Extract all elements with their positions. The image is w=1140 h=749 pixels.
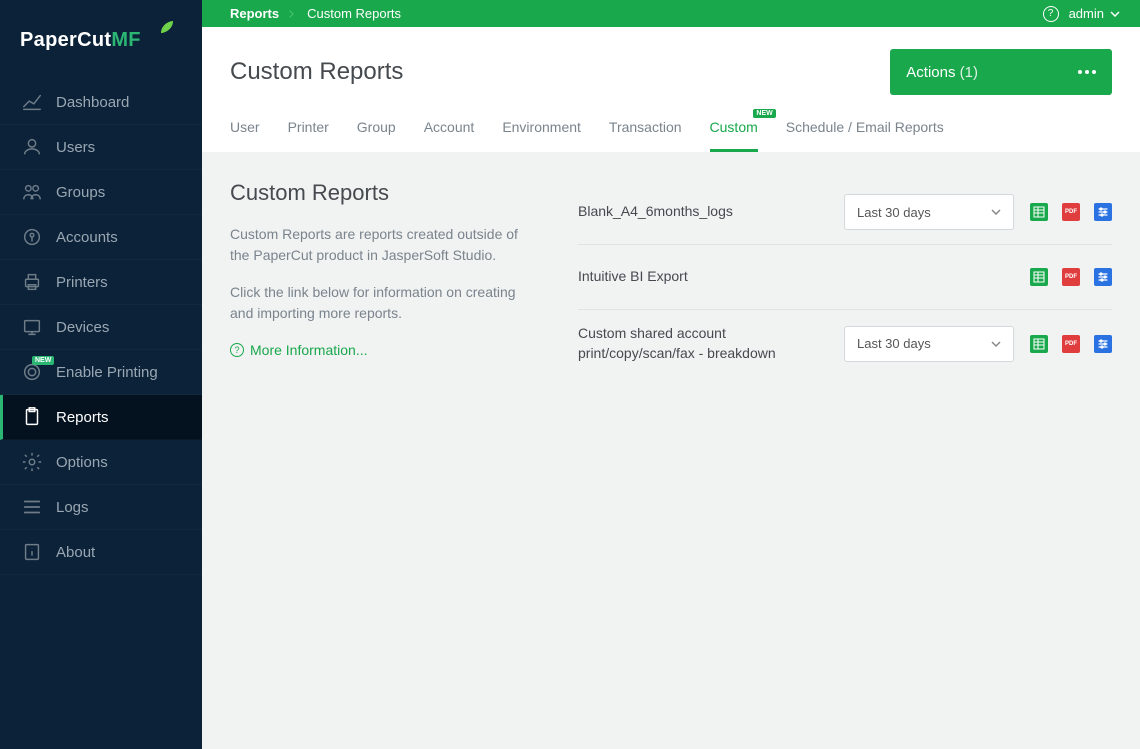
- more-info-link[interactable]: ? More Information...: [230, 342, 368, 358]
- main-area: Reports Custom Reports ? admin Custom Re…: [202, 0, 1140, 749]
- report-actions: PDF: [1030, 335, 1112, 353]
- sidebar-item-label: Enable Printing: [56, 364, 158, 381]
- sidebar-item-label: Users: [56, 139, 95, 156]
- tab-printer[interactable]: Printer: [288, 119, 329, 152]
- key-icon: [20, 225, 44, 249]
- logo-brand: PaperCut: [20, 29, 111, 51]
- tabs: User Printer Group Account Environment T…: [230, 119, 1112, 152]
- report-actions: PDF: [1030, 268, 1112, 286]
- content: Custom Reports Custom Reports are report…: [202, 152, 1140, 749]
- logo-text: PaperCutMF: [20, 29, 141, 52]
- options-icon[interactable]: [1094, 203, 1112, 221]
- help-icon[interactable]: ?: [1043, 6, 1059, 22]
- sidebar-nav: Dashboard Users Groups Accounts Printers: [0, 80, 202, 575]
- sidebar-item-reports[interactable]: Reports: [0, 395, 202, 440]
- tab-transaction[interactable]: Transaction: [609, 119, 682, 152]
- sidebar-item-enable-printing[interactable]: NEW Enable Printing: [0, 350, 202, 395]
- sidebar-item-label: About: [56, 544, 95, 561]
- tab-group[interactable]: Group: [357, 119, 396, 152]
- sidebar-item-users[interactable]: Users: [0, 125, 202, 170]
- sidebar-item-label: Devices: [56, 319, 109, 336]
- pdf-icon[interactable]: PDF: [1062, 268, 1080, 286]
- select-value: Last 30 days: [857, 205, 931, 220]
- report-name: Custom shared account print/copy/scan/fa…: [578, 324, 828, 363]
- options-icon[interactable]: [1094, 335, 1112, 353]
- spreadsheet-icon[interactable]: [1030, 268, 1048, 286]
- list-icon: [20, 495, 44, 519]
- sidebar-item-label: Accounts: [56, 229, 118, 246]
- breadcrumb-root[interactable]: Reports: [230, 6, 279, 21]
- printer-icon: [20, 270, 44, 294]
- device-icon: [20, 315, 44, 339]
- chevron-right-icon: [289, 10, 297, 18]
- sidebar-item-dashboard[interactable]: Dashboard: [0, 80, 202, 125]
- tab-user[interactable]: User: [230, 119, 260, 152]
- page-header: Custom Reports Actions (1) User Printer …: [202, 27, 1140, 152]
- sidebar-item-label: Dashboard: [56, 94, 129, 111]
- info-icon: [20, 540, 44, 564]
- page-title: Custom Reports: [230, 58, 403, 86]
- leaf-icon: [160, 20, 174, 34]
- topbar-right: ? admin: [1043, 6, 1140, 22]
- tab-account[interactable]: Account: [424, 119, 475, 152]
- sidebar-item-label: Groups: [56, 184, 105, 201]
- gear-icon: [20, 450, 44, 474]
- breadcrumb-bar: Reports Custom Reports ? admin: [202, 0, 1140, 27]
- period-select-empty: [844, 259, 1014, 295]
- actions-button[interactable]: Actions (1): [890, 49, 1112, 95]
- logo-suffix: MF: [111, 29, 140, 51]
- sidebar-item-label: Logs: [56, 499, 89, 516]
- user-label: admin: [1069, 6, 1104, 21]
- sidebar-item-label: Printers: [56, 274, 108, 291]
- tab-environment[interactable]: Environment: [502, 119, 581, 152]
- intro-para-2: Click the link below for information on …: [230, 282, 530, 324]
- new-badge: NEW: [32, 356, 54, 365]
- new-badge: NEW: [753, 109, 775, 118]
- period-select[interactable]: Last 30 days: [844, 194, 1014, 230]
- report-name: Intuitive BI Export: [578, 267, 828, 287]
- options-icon[interactable]: [1094, 268, 1112, 286]
- more-icon: [1078, 70, 1096, 74]
- period-select[interactable]: Last 30 days: [844, 326, 1014, 362]
- chevron-down-icon: [991, 341, 1001, 347]
- reports-list: Blank_A4_6months_logs Last 30 days PDF I…: [578, 180, 1112, 721]
- intro-para-1: Custom Reports are reports created outsi…: [230, 224, 530, 266]
- report-row: Blank_A4_6months_logs Last 30 days PDF: [578, 180, 1112, 245]
- user-menu[interactable]: admin: [1069, 6, 1120, 21]
- report-name: Blank_A4_6months_logs: [578, 202, 828, 222]
- sidebar-item-label: Reports: [56, 409, 109, 426]
- group-icon: [20, 180, 44, 204]
- report-row: Intuitive BI Export PDF: [578, 245, 1112, 310]
- sidebar: PaperCutMF Dashboard Users Groups: [0, 0, 202, 749]
- chart-line-icon: [20, 90, 44, 114]
- sidebar-item-options[interactable]: Options: [0, 440, 202, 485]
- sidebar-item-label: Options: [56, 454, 108, 471]
- spreadsheet-icon[interactable]: [1030, 203, 1048, 221]
- sidebar-item-devices[interactable]: Devices: [0, 305, 202, 350]
- clipboard-icon: [20, 405, 44, 429]
- spreadsheet-icon[interactable]: [1030, 335, 1048, 353]
- sidebar-item-accounts[interactable]: Accounts: [0, 215, 202, 260]
- sidebar-item-about[interactable]: About: [0, 530, 202, 575]
- report-actions: PDF: [1030, 203, 1112, 221]
- pdf-icon[interactable]: PDF: [1062, 335, 1080, 353]
- chevron-down-icon: [1110, 11, 1120, 17]
- section-heading: Custom Reports: [230, 180, 530, 206]
- chevron-down-icon: [991, 209, 1001, 215]
- intro-column: Custom Reports Custom Reports are report…: [230, 180, 530, 721]
- tab-schedule[interactable]: Schedule / Email Reports: [786, 119, 944, 152]
- breadcrumb-leaf[interactable]: Custom Reports: [307, 6, 401, 21]
- pdf-icon[interactable]: PDF: [1062, 203, 1080, 221]
- user-icon: [20, 135, 44, 159]
- select-value: Last 30 days: [857, 336, 931, 351]
- sidebar-item-logs[interactable]: Logs: [0, 485, 202, 530]
- actions-label: Actions (1): [906, 64, 978, 81]
- report-row: Custom shared account print/copy/scan/fa…: [578, 310, 1112, 377]
- sidebar-item-groups[interactable]: Groups: [0, 170, 202, 215]
- question-icon: ?: [230, 343, 244, 357]
- tab-custom[interactable]: Custom NEW: [710, 119, 758, 152]
- sidebar-item-printers[interactable]: Printers: [0, 260, 202, 305]
- logo[interactable]: PaperCutMF: [0, 0, 202, 80]
